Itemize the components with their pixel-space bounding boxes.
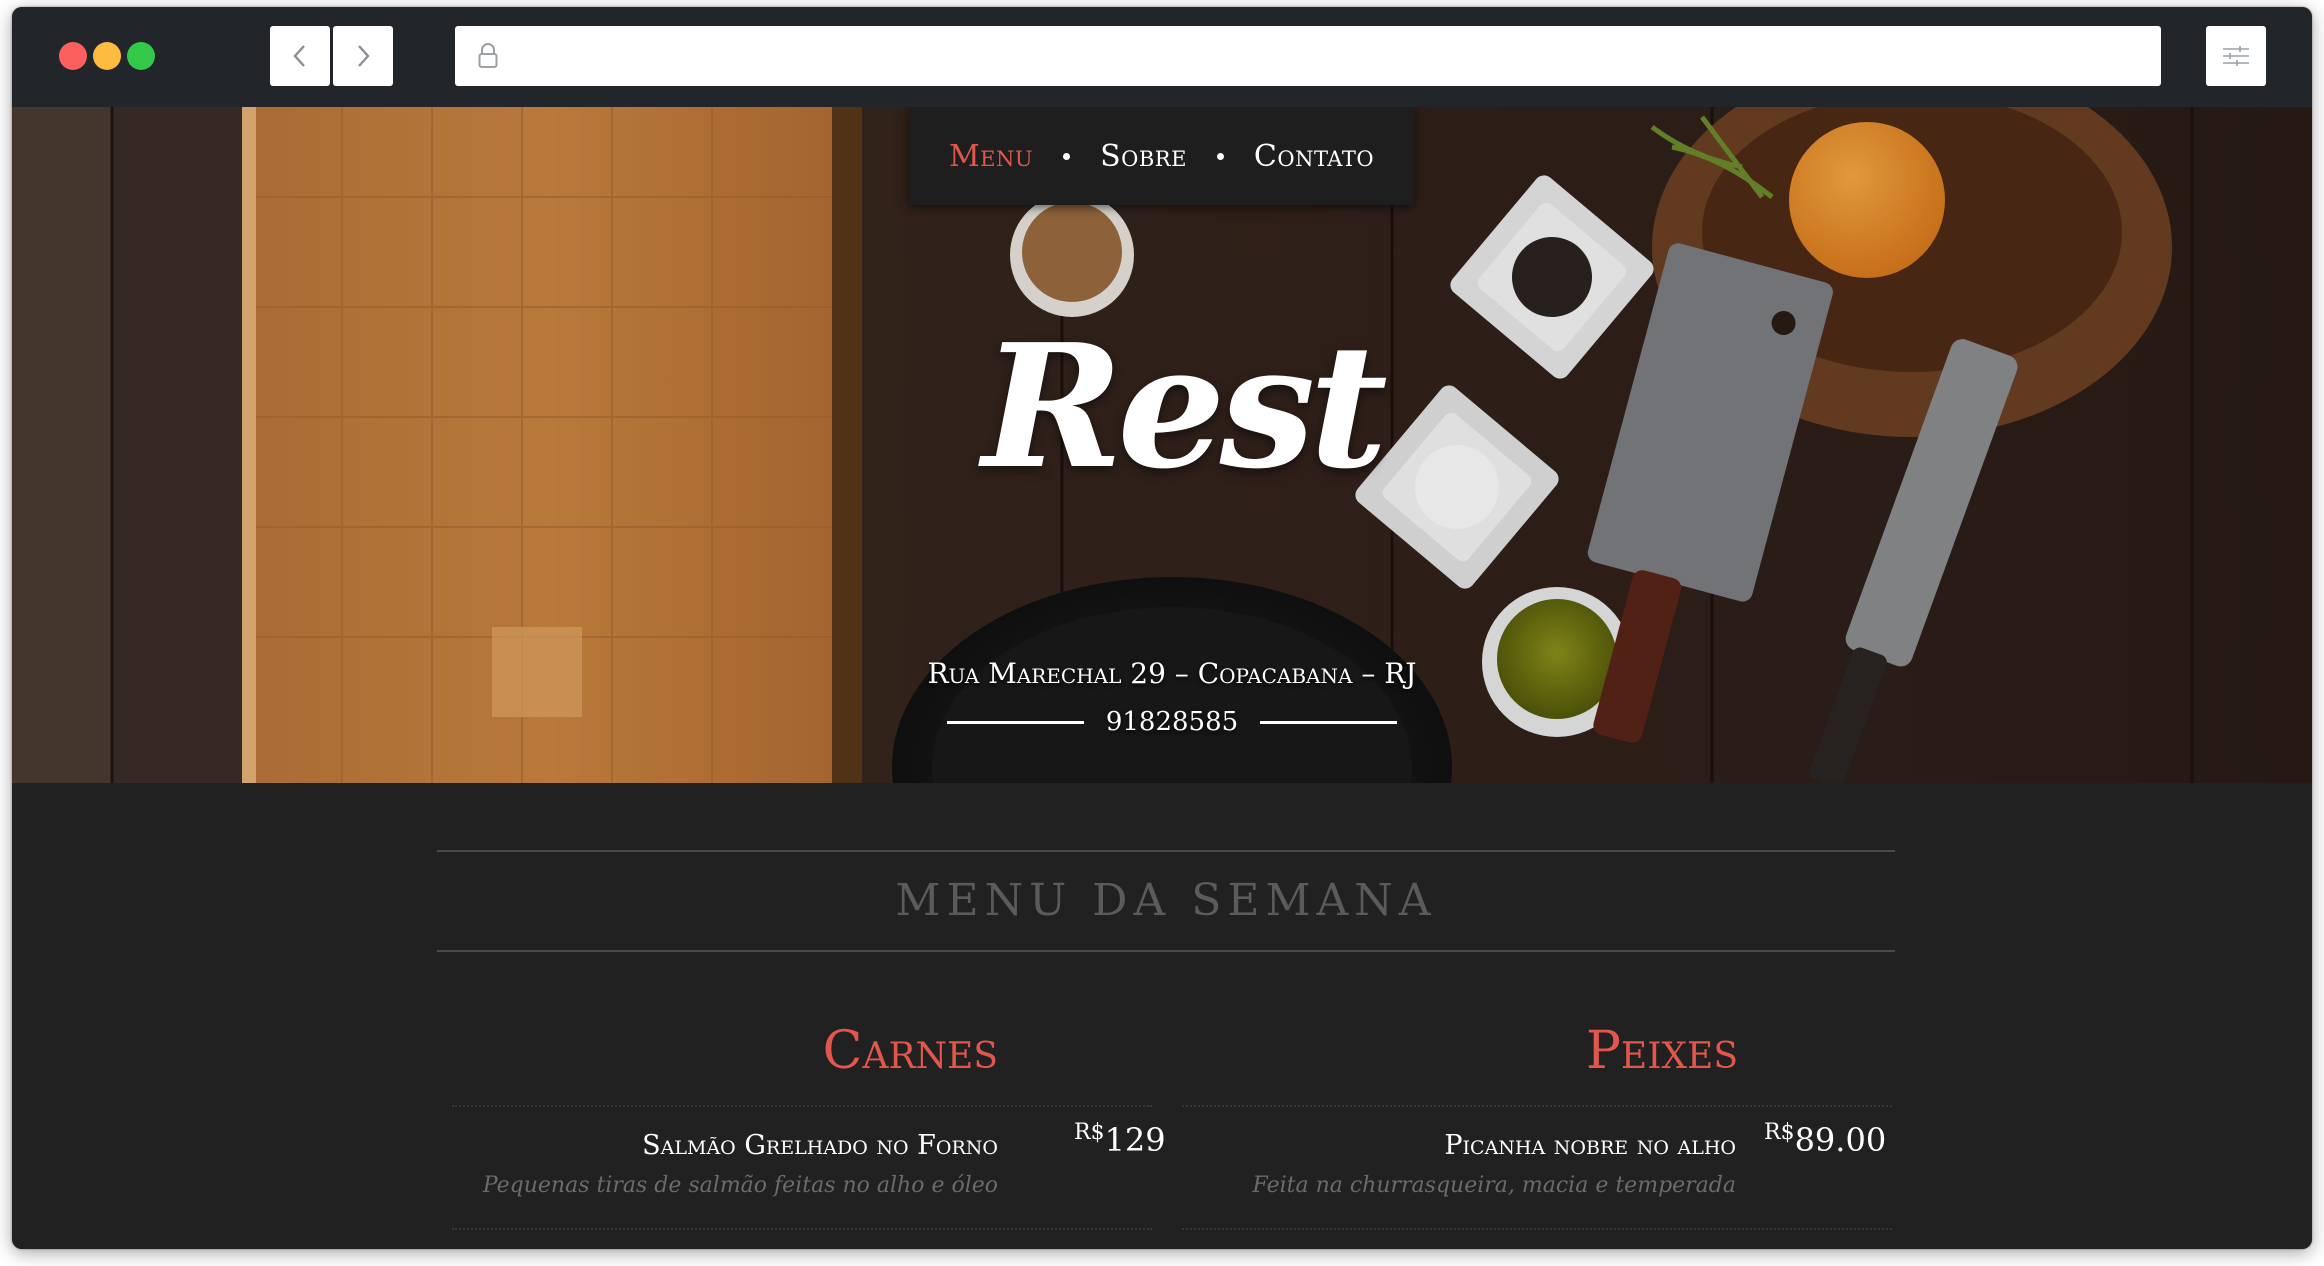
- menu-item-price: R$89.00: [1764, 1120, 1886, 1159]
- browser-settings-button[interactable]: [2206, 26, 2266, 86]
- divider: [1182, 1105, 1892, 1107]
- close-window-button[interactable]: [59, 42, 87, 70]
- divider: [437, 950, 1895, 952]
- browser-window: Menu Sobre Contato Rest Rua Marechal 29 …: [12, 7, 2312, 1249]
- price-currency: R$: [1074, 1120, 1105, 1145]
- lock-icon: [478, 43, 498, 68]
- price-value: 129: [1104, 1121, 1166, 1159]
- forward-button[interactable]: [333, 26, 393, 86]
- nav-item-sobre[interactable]: Sobre: [1100, 139, 1187, 174]
- menu-item-description: Pequenas tiras de salmão feitas no alho …: [482, 1173, 998, 1198]
- restaurant-logo: Rest: [982, 307, 1388, 507]
- divider: [947, 720, 1084, 724]
- chevron-left-icon: [293, 45, 305, 67]
- divider: [1260, 720, 1397, 724]
- weekly-menu-section: MENU DA SEMANA Carnes Salmão Grelhado no…: [12, 783, 2312, 1249]
- category-title-carnes: Carnes: [822, 1021, 998, 1081]
- sliders-icon: [2223, 46, 2249, 66]
- chevron-right-icon: [358, 45, 370, 67]
- divider: [437, 850, 1895, 852]
- price-value: 89.00: [1794, 1121, 1887, 1159]
- price-currency: R$: [1764, 1120, 1795, 1145]
- divider: [452, 1105, 1152, 1107]
- menu-item-name: Picanha nobre no alho: [1444, 1130, 1736, 1161]
- menu-item-description: Feita na churrasqueira, macia e temperad…: [1252, 1173, 1736, 1198]
- nav-item-menu[interactable]: Menu: [949, 139, 1033, 174]
- address-bar[interactable]: [455, 26, 2161, 86]
- back-button[interactable]: [270, 26, 330, 86]
- minimize-window-button[interactable]: [93, 42, 121, 70]
- section-title: MENU DA SEMANA: [895, 875, 1437, 926]
- restaurant-phone: 91828585: [1105, 707, 1239, 737]
- restaurant-address: Rua Marechal 29 – Copacabana – RJ: [927, 657, 1417, 690]
- nav-item-contato[interactable]: Contato: [1254, 139, 1374, 174]
- divider: [1182, 1228, 1892, 1230]
- nav-separator: [1216, 152, 1224, 160]
- menu-item-name: Salmão Grelhado no Forno: [642, 1130, 998, 1161]
- divider: [452, 1228, 1152, 1230]
- phone-row: 91828585: [947, 702, 1397, 742]
- browser-toolbar: [12, 7, 2312, 107]
- nav-separator: [1063, 152, 1071, 160]
- maximize-window-button[interactable]: [127, 42, 155, 70]
- menu-item-price: R$129: [1074, 1120, 1166, 1159]
- main-navigation: Menu Sobre Contato: [909, 107, 1414, 205]
- category-title-peixes: Peixes: [1585, 1021, 1738, 1081]
- hero-banner: Menu Sobre Contato Rest Rua Marechal 29 …: [12, 107, 2312, 783]
